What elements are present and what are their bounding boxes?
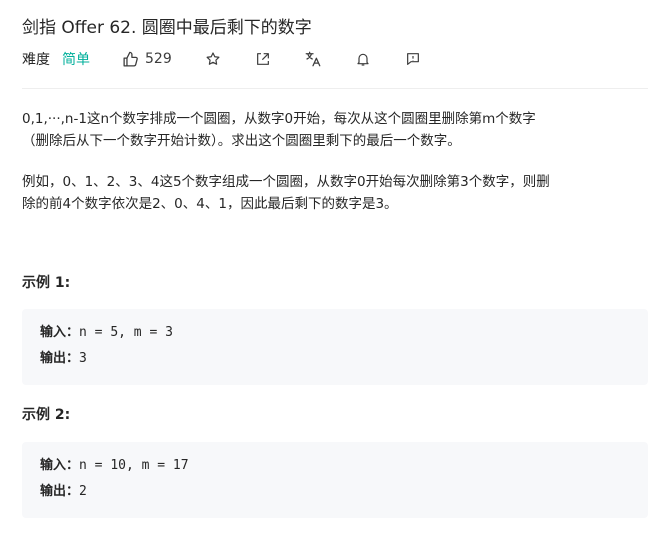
- difficulty-label: 难度: [22, 52, 50, 68]
- subscribe-button[interactable]: [351, 48, 375, 70]
- example-output-line: 输出：2: [40, 482, 87, 502]
- output-label: 输出：: [40, 351, 80, 366]
- feedback-icon: [406, 53, 419, 65]
- description-paragraph-2: 例如，0、1、2、3、4这5个数字组成一个圆圈，从数字0开始每次删除第3个数字，…: [22, 171, 646, 215]
- divider: [22, 88, 648, 89]
- thumbs-up-icon: [123, 51, 138, 67]
- like-button[interactable]: 529: [122, 51, 172, 68]
- output-label: 输出：: [40, 484, 80, 499]
- favorite-button[interactable]: [201, 48, 225, 70]
- share-button[interactable]: [251, 48, 275, 70]
- translate-icon: [305, 51, 321, 67]
- example-input-line: 输入：n = 10, m = 17: [40, 456, 189, 476]
- example-output-line: 输出：3: [40, 349, 87, 369]
- example-1-code-block: 输入：n = 5, m = 3 输出：3: [22, 309, 648, 385]
- output-value: 2: [79, 484, 87, 499]
- input-label: 输入：: [40, 325, 80, 340]
- example-input-line: 输入：n = 5, m = 3: [40, 323, 173, 343]
- difficulty-badge: 简单: [62, 52, 90, 68]
- description-line: 例如，0、1、2、3、4这5个数字组成一个圆圈，从数字0开始每次删除第3个数字，…: [22, 174, 550, 190]
- example-2-title: 示例 2:: [22, 407, 71, 423]
- like-count: 529: [145, 51, 172, 67]
- input-label: 输入：: [40, 458, 80, 473]
- problem-meta-bar: 难度 简单 529: [22, 48, 425, 70]
- bell-icon: [357, 53, 369, 66]
- description-line: 除的前4个数字依次是2、0、4、1，因此最后剩下的数字是3。: [22, 196, 398, 212]
- example-1-title: 示例 1:: [22, 275, 71, 291]
- problem-title: 剑指 Offer 62. 圆圈中最后剩下的数字: [22, 18, 312, 38]
- feedback-button[interactable]: [401, 48, 425, 70]
- description-line: 0,1,···,n-1这n个数字排成一个圆圈，从数字0开始，每次从这个圆圈里删除…: [22, 111, 536, 127]
- output-value: 3: [79, 351, 87, 366]
- share-icon: [256, 53, 269, 65]
- description-line: （删除后从下一个数字开始计数）。求出这个圆圈里剩下的最后一个数字。: [22, 133, 461, 149]
- translate-button[interactable]: [301, 48, 325, 70]
- input-value: n = 5, m = 3: [79, 325, 173, 340]
- star-icon: [206, 52, 220, 65]
- description-paragraph-1: 0,1,···,n-1这n个数字排成一个圆圈，从数字0开始，每次从这个圆圈里删除…: [22, 108, 646, 152]
- input-value: n = 10, m = 17: [79, 458, 189, 473]
- example-2-code-block: 输入：n = 10, m = 17 输出：2: [22, 442, 648, 518]
